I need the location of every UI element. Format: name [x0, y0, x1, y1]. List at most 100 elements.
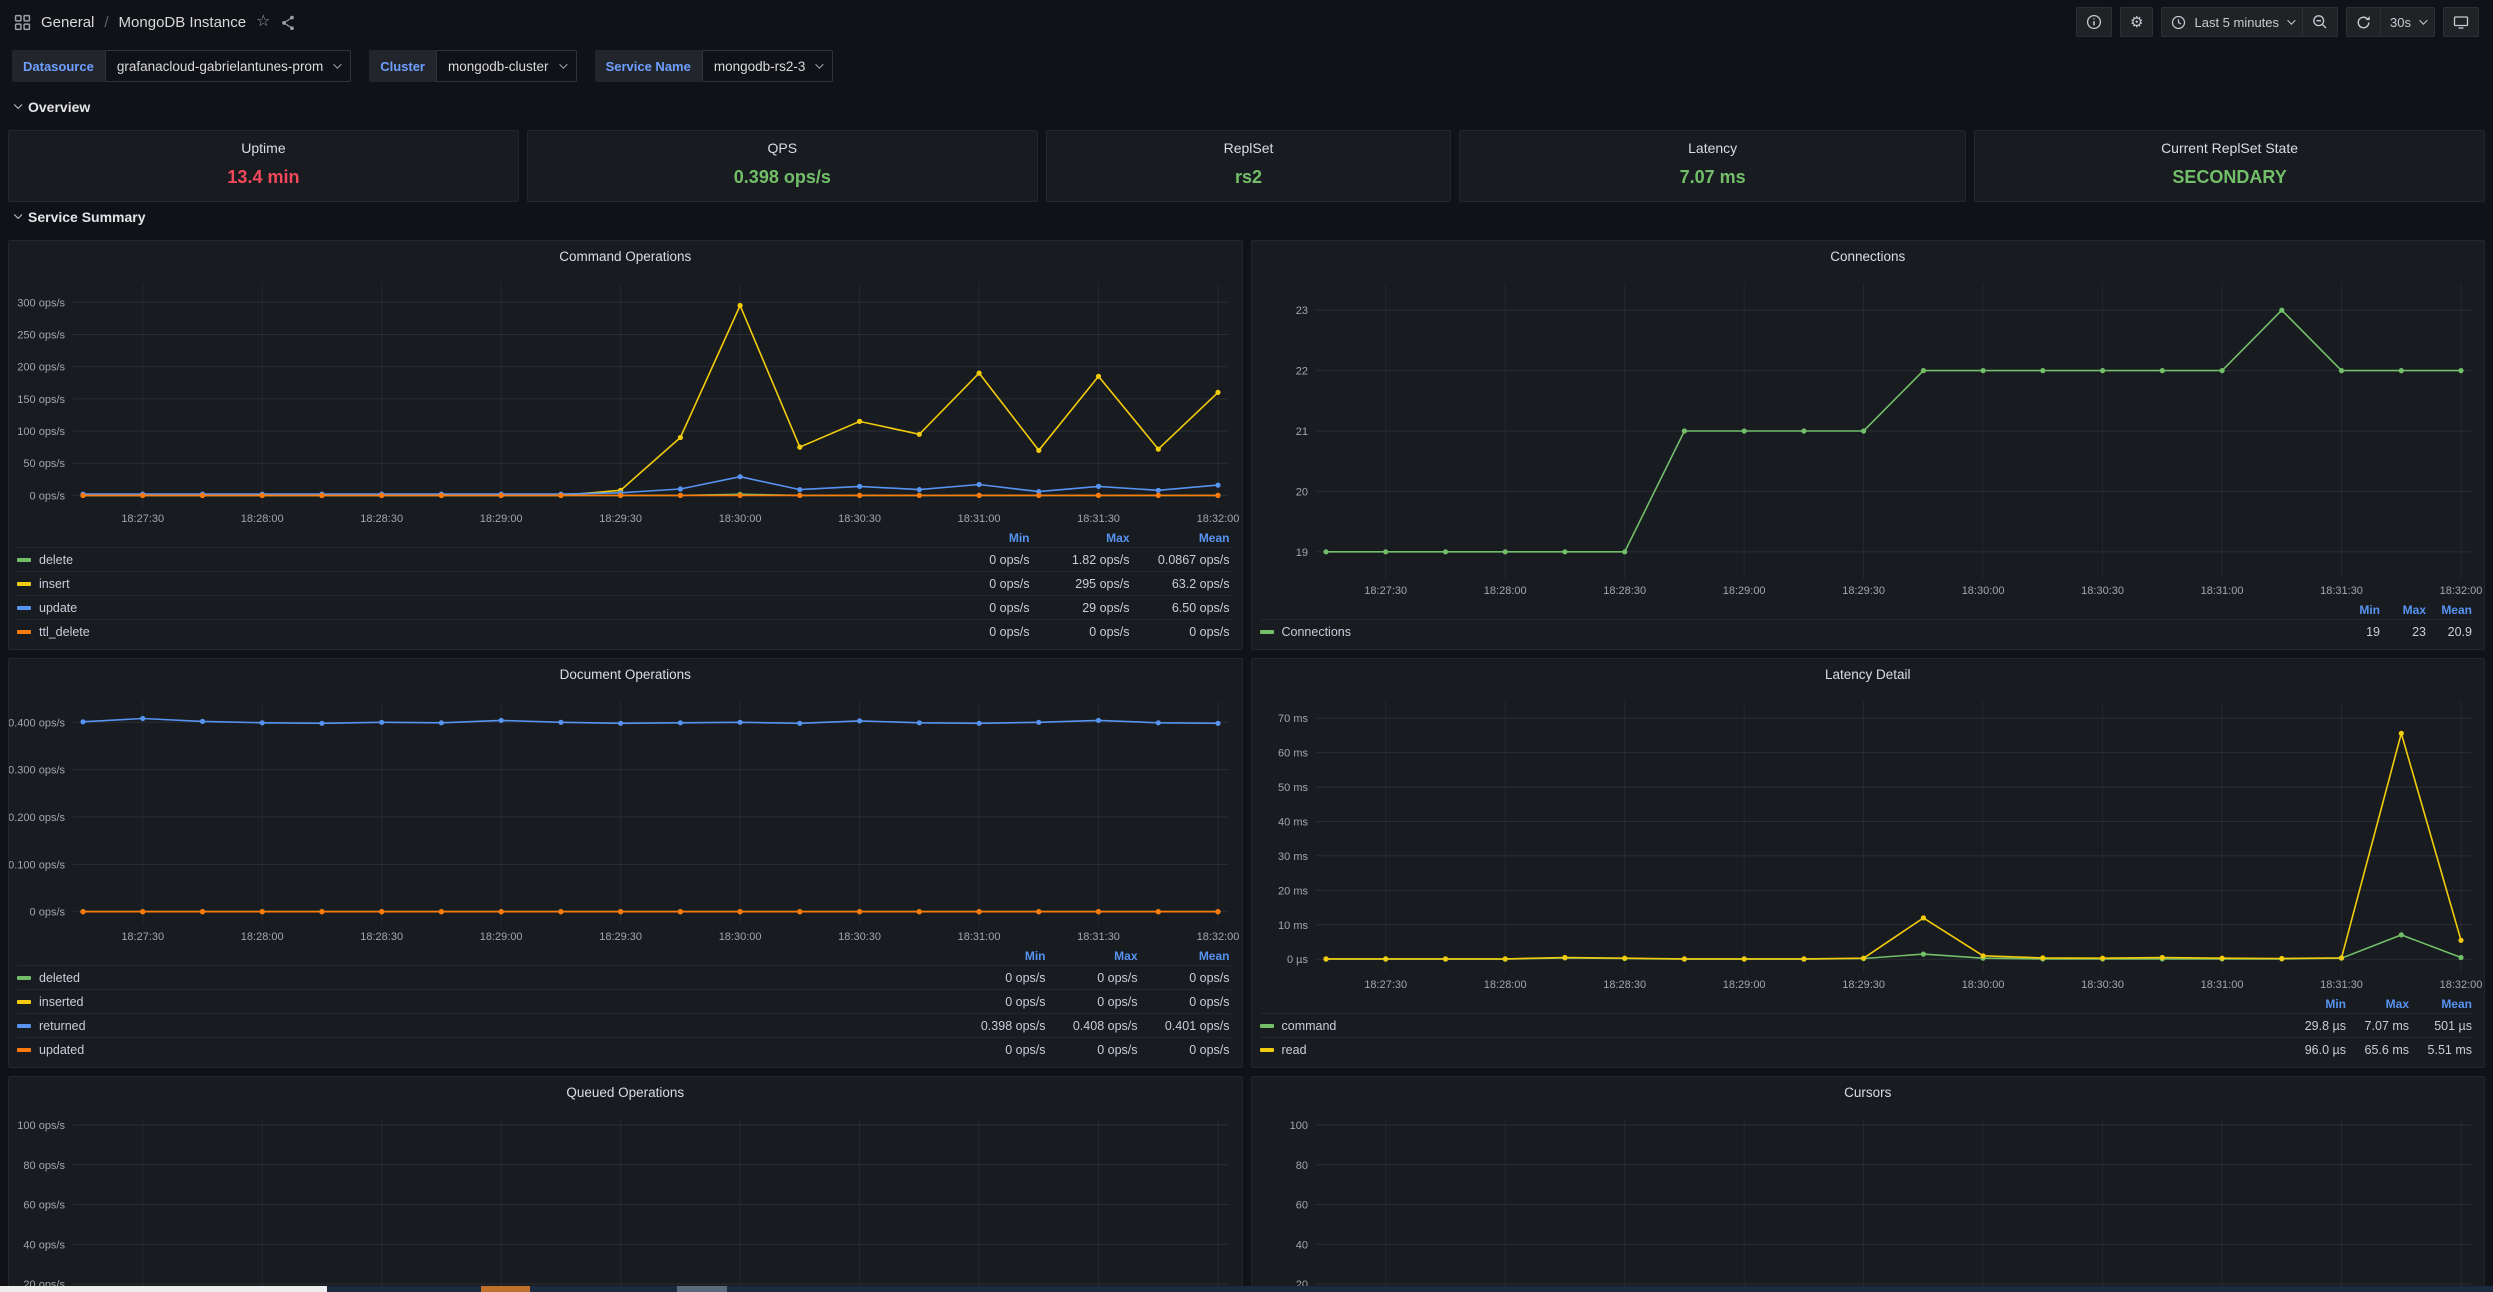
chart-canvas[interactable]: 0 ops/s50 ops/s100 ops/s150 ops/s200 ops… — [9, 271, 1242, 529]
section-service-summary[interactable]: Service Summary — [0, 202, 2493, 232]
strip-segment — [530, 1286, 677, 1292]
info-button[interactable] — [2076, 7, 2112, 37]
x-axis-label: 18:28:30 — [360, 513, 403, 525]
x-axis-label: 18:31:00 — [958, 931, 1001, 943]
series-label: update — [39, 601, 77, 615]
legend-column-header: Max — [2380, 603, 2426, 617]
monitor-icon — [2453, 14, 2469, 30]
breadcrumb-dashboard-title[interactable]: MongoDB Instance — [119, 14, 247, 31]
legend-series-name[interactable]: delete — [17, 553, 930, 567]
legend-row: inserted0 ops/s0 ops/s0 ops/s — [17, 989, 1230, 1013]
legend-row: update0 ops/s29 ops/s6.50 ops/s — [17, 595, 1230, 619]
settings-button[interactable]: ⚙ — [2120, 7, 2153, 37]
legend-value: 0 ops/s — [1030, 625, 1130, 639]
time-range-picker[interactable]: Last 5 minutes — [2161, 7, 2302, 37]
legend-value: 0 ops/s — [1046, 971, 1138, 985]
x-axis-label: 18:32:00 — [2439, 979, 2482, 991]
stat-title: Uptime — [241, 140, 285, 156]
chart-canvas[interactable]: 2040608010018:27:3018:28:0018:28:3018:29… — [1252, 1107, 2485, 1292]
legend-row: updated0 ops/s0 ops/s0 ops/s — [17, 1037, 1230, 1061]
legend-series-name[interactable]: updated — [17, 1043, 954, 1057]
tv-mode-button[interactable] — [2443, 7, 2479, 37]
time-picker-group: Last 5 minutes — [2161, 7, 2338, 37]
legend-value: 0 ops/s — [1138, 1043, 1230, 1057]
series-label: command — [1282, 1019, 1337, 1033]
grid-lines — [73, 283, 1228, 507]
x-axis-label: 18:28:00 — [1483, 979, 1526, 991]
panel-title[interactable]: Latency Detail — [1252, 659, 2485, 689]
legend-value: 0 ops/s — [930, 601, 1030, 615]
share-icon[interactable] — [280, 14, 296, 30]
refresh-button[interactable] — [2346, 7, 2380, 37]
legend-value: 0 ops/s — [954, 971, 1046, 985]
legend-series-name[interactable]: command — [1260, 1019, 2284, 1033]
legend-value: 0 ops/s — [1046, 995, 1138, 1009]
time-range-label: Last 5 minutes — [2194, 15, 2279, 30]
x-axis-label: 18:27:30 — [121, 513, 164, 525]
legend-series-name[interactable]: update — [17, 601, 930, 615]
panel-title[interactable]: Connections — [1252, 241, 2485, 271]
series-command — [1323, 932, 2463, 961]
series-label: deleted — [39, 971, 80, 985]
legend-value: 0 ops/s — [930, 553, 1030, 567]
panel-title[interactable]: Command Operations — [9, 241, 1242, 271]
legend-column-header: Min — [2283, 997, 2346, 1011]
chart-canvas[interactable]: 192021222318:27:3018:28:0018:28:3018:29:… — [1252, 271, 2485, 601]
y-axis-label: 70 ms — [1278, 713, 1308, 725]
legend-series-name[interactable]: Connections — [1260, 625, 2335, 639]
legend-row: deleted0 ops/s0 ops/s0 ops/s — [17, 965, 1230, 989]
series-updated — [80, 909, 1220, 914]
y-axis-label: 0.100 ops/s — [9, 859, 65, 871]
y-axis-label: 60 ops/s — [23, 1200, 65, 1212]
chart-plot: 2040608010018:27:3018:28:0018:28:3018:29… — [1252, 1107, 2485, 1292]
chart-canvas[interactable]: 0 ops/s0.100 ops/s0.200 ops/s0.300 ops/s… — [9, 689, 1242, 947]
cluster-value: mongodb-cluster — [448, 59, 549, 74]
variable-cluster: Cluster mongodb-cluster — [369, 50, 576, 82]
panel-queued-operations: Queued Operations20 ops/s40 ops/s60 ops/… — [8, 1076, 1243, 1292]
series-color-swatch — [17, 1024, 31, 1028]
series-label: insert — [39, 577, 70, 591]
service-name-dropdown[interactable]: mongodb-rs2-3 — [702, 50, 834, 82]
legend: MinMaxMeandeleted0 ops/s0 ops/s0 ops/sin… — [9, 947, 1242, 1067]
section-title: Overview — [28, 99, 90, 115]
stat-uptime: Uptime 13.4 min — [8, 130, 519, 202]
star-icon[interactable]: ☆ — [256, 14, 270, 30]
panel-title[interactable]: Queued Operations — [9, 1077, 1242, 1107]
series-color-swatch — [17, 630, 31, 634]
x-axis-label: 18:29:30 — [599, 931, 642, 943]
legend-column-header: Min — [2334, 603, 2380, 617]
section-overview[interactable]: Overview — [0, 92, 2493, 122]
apps-grid-icon[interactable] — [14, 14, 31, 31]
legend-series-name[interactable]: returned — [17, 1019, 954, 1033]
chart-canvas[interactable]: 0 µs10 ms20 ms30 ms40 ms50 ms60 ms70 ms1… — [1252, 689, 2485, 995]
zoom-out-button[interactable] — [2302, 7, 2338, 37]
legend-row: Connections192320.9 — [1260, 619, 2473, 643]
variable-label: Cluster — [369, 50, 436, 82]
panel-title[interactable]: Document Operations — [9, 659, 1242, 689]
y-axis-label: 40 ms — [1278, 817, 1308, 829]
legend-series-name[interactable]: insert — [17, 577, 930, 591]
legend-series-name[interactable]: inserted — [17, 995, 954, 1009]
legend-value: 0 ops/s — [1130, 625, 1230, 639]
legend-value: 7.07 ms — [2346, 1019, 2409, 1033]
datasource-value: grafanacloud-gabrielantunes-prom — [117, 59, 323, 74]
x-axis-label: 18:30:00 — [719, 931, 762, 943]
series-color-swatch — [17, 606, 31, 610]
series-label: returned — [39, 1019, 86, 1033]
breadcrumb-section[interactable]: General — [41, 14, 94, 31]
legend-row: read96.0 µs65.6 ms5.51 ms — [1260, 1037, 2473, 1061]
cluster-dropdown[interactable]: mongodb-cluster — [436, 50, 577, 82]
legend-value: 63.2 ops/s — [1130, 577, 1230, 591]
strip-segment — [327, 1286, 481, 1292]
breadcrumb: General / MongoDB Instance ☆ — [14, 14, 296, 31]
panel-title[interactable]: Cursors — [1252, 1077, 2485, 1107]
legend-series-name[interactable]: read — [1260, 1043, 2284, 1057]
strip-segment — [481, 1286, 530, 1292]
chart-canvas[interactable]: 20 ops/s40 ops/s60 ops/s80 ops/s100 ops/… — [9, 1107, 1242, 1292]
legend-series-name[interactable]: ttl_delete — [17, 625, 930, 639]
datasource-dropdown[interactable]: grafanacloud-gabrielantunes-prom — [105, 50, 351, 82]
y-axis-label: 100 — [1289, 1120, 1307, 1132]
y-axis-label: 0 ops/s — [30, 490, 66, 502]
legend-series-name[interactable]: deleted — [17, 971, 954, 985]
refresh-interval-picker[interactable]: 30s — [2380, 7, 2435, 37]
